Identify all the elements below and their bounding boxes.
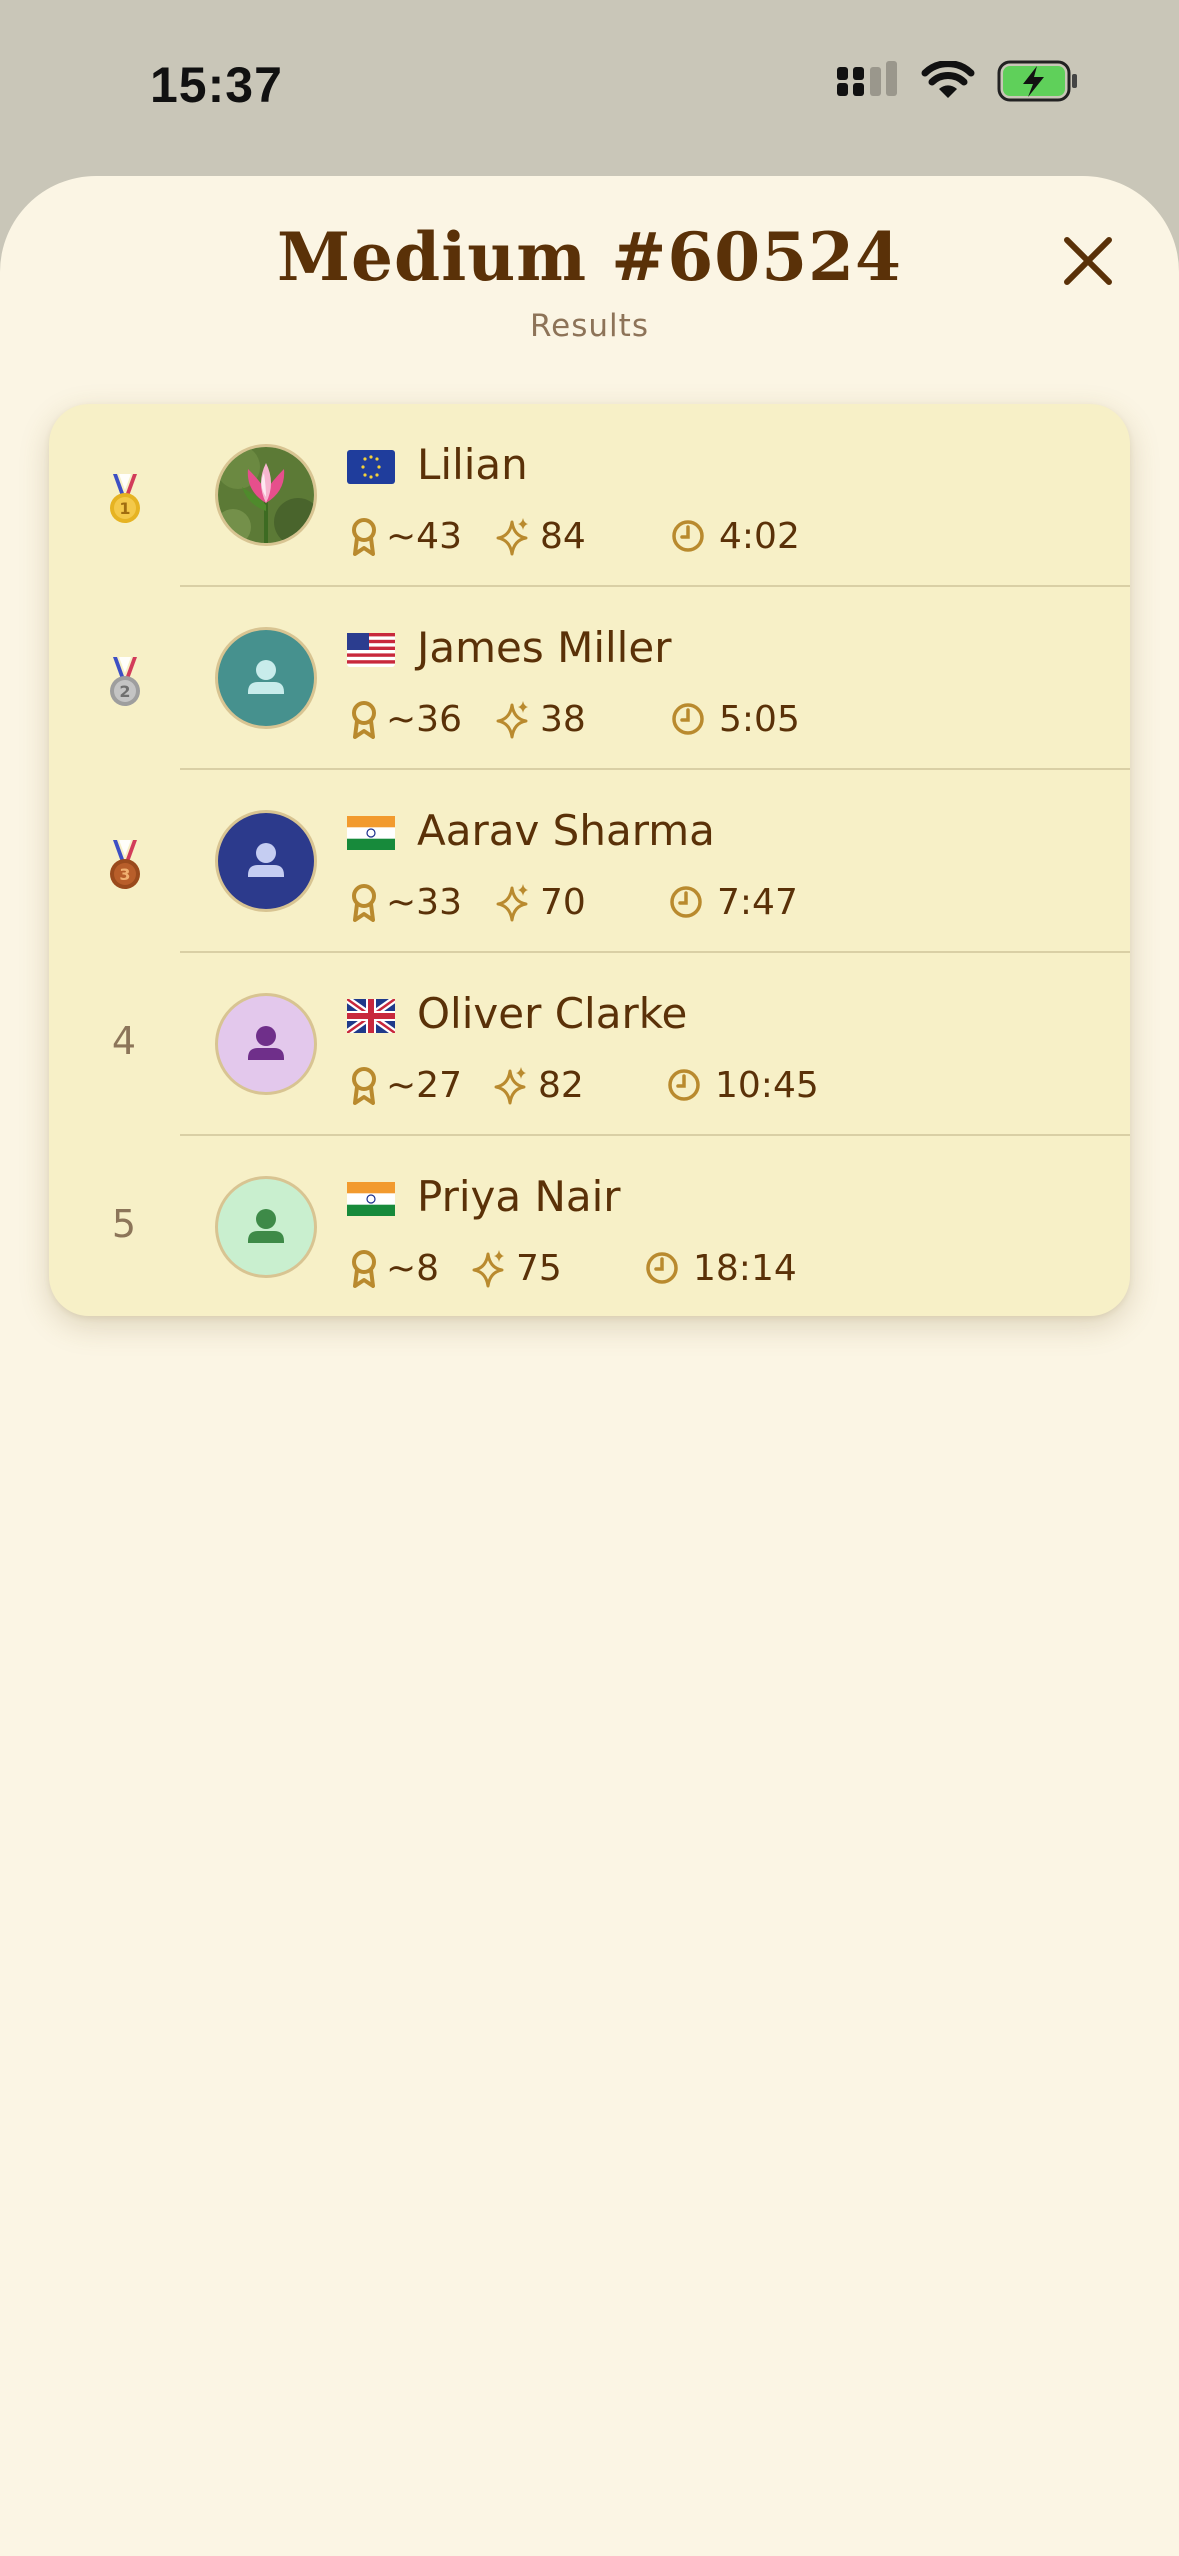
clock-icon: [672, 520, 704, 552]
status-icons: [837, 60, 1079, 102]
stars-value: 82: [538, 1065, 584, 1106]
person-icon: [248, 1209, 284, 1243]
sheet-title: Medium #60524: [277, 218, 902, 296]
results-sheet: Medium #60524 Results 1 Lilian ~43 84 4:…: [0, 176, 1179, 2556]
bronze-medal-icon: 3: [110, 840, 140, 889]
flag-eu-icon: [347, 450, 395, 484]
player-name: Lilian: [417, 440, 528, 489]
avatar: [215, 993, 317, 1095]
svg-text:3: 3: [119, 865, 130, 884]
close-button[interactable]: [1055, 228, 1121, 294]
clock-icon: [668, 1069, 700, 1101]
sparkle-icon: [472, 1250, 504, 1288]
player-name: Aarav Sharma: [417, 806, 715, 855]
avatar: [215, 1176, 317, 1278]
stars-value: 70: [540, 882, 586, 923]
score-value: ~27: [386, 1065, 462, 1106]
sparkle-icon: [496, 518, 528, 556]
clock-icon: [670, 886, 702, 918]
status-bar: 15:37: [0, 0, 1179, 175]
status-time: 15:37: [150, 57, 283, 113]
result-row[interactable]: 3 Aarav Sharma ~33 70 7:47: [49, 770, 1130, 953]
sheet-subtitle: Results: [530, 308, 649, 344]
flag-in-icon: [347, 1182, 395, 1216]
sparkle-icon: [494, 1067, 526, 1105]
person-icon: [248, 660, 284, 694]
svg-text:1: 1: [119, 499, 130, 518]
results-list: 1 Lilian ~43 84 4:02 2 James Miller ~36 …: [49, 404, 1130, 1316]
result-row[interactable]: 1 Lilian ~43 84 4:02: [49, 404, 1130, 587]
award-ribbon-icon: [352, 518, 376, 556]
close-icon: [1064, 237, 1112, 285]
avatar: [215, 627, 317, 729]
time-value: 7:47: [717, 882, 798, 923]
sparkle-icon: [496, 884, 528, 922]
score-value: ~36: [386, 699, 462, 740]
award-ribbon-icon: [352, 701, 376, 739]
time-value: 4:02: [719, 516, 800, 557]
score-value: ~8: [386, 1248, 440, 1289]
person-icon: [248, 1026, 284, 1060]
player-name: James Miller: [417, 623, 672, 672]
time-value: 10:45: [715, 1065, 819, 1106]
score-value: ~43: [386, 516, 462, 557]
award-ribbon-icon: [352, 1067, 376, 1105]
gold-medal-icon: 1: [110, 474, 140, 523]
result-row[interactable]: 2 James Miller ~36 38 5:05: [49, 587, 1130, 770]
stars-value: 38: [540, 699, 586, 740]
silver-medal-icon: 2: [110, 657, 140, 706]
avatar: [215, 810, 317, 912]
award-ribbon-icon: [352, 1250, 376, 1288]
sparkle-icon: [496, 701, 528, 739]
player-name: Priya Nair: [417, 1172, 621, 1221]
rank-number: 5: [111, 1202, 137, 1246]
rank-number: 4: [111, 1019, 137, 1063]
clock-icon: [672, 703, 704, 735]
time-value: 5:05: [719, 699, 800, 740]
flag-in-icon: [347, 816, 395, 850]
cellular-signal-icon: [837, 61, 897, 96]
time-value: 18:14: [693, 1248, 797, 1289]
award-ribbon-icon: [352, 884, 376, 922]
battery-charging-icon: [997, 60, 1077, 102]
flag-gb-icon: [347, 999, 395, 1033]
flag-us-icon: [347, 633, 395, 667]
svg-text:2: 2: [119, 682, 130, 701]
result-row[interactable]: 4 Oliver Clarke ~27 82 10:45: [49, 953, 1130, 1136]
stars-value: 75: [516, 1248, 562, 1289]
tulip-photo: [218, 447, 314, 543]
score-value: ~33: [386, 882, 462, 923]
result-row[interactable]: 5 Priya Nair ~8 75 18:14: [49, 1136, 1130, 1316]
wifi-icon: [921, 61, 975, 98]
player-name: Oliver Clarke: [417, 989, 688, 1038]
clock-icon: [646, 1252, 678, 1284]
stars-value: 84: [540, 516, 586, 557]
avatar: [215, 444, 317, 546]
person-icon: [248, 843, 284, 877]
